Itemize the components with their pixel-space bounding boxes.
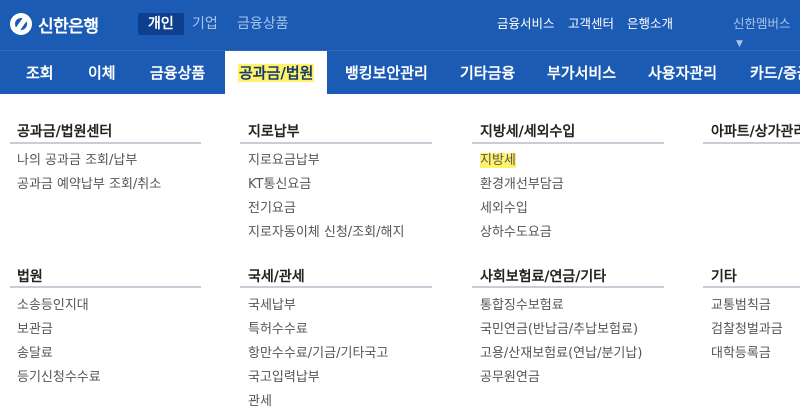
brand-logo[interactable]: 신한은행 (10, 12, 99, 37)
chevron-down-icon: ▼ (736, 39, 743, 49)
section-divider (472, 286, 664, 288)
section-title-giro: 지로납부 (248, 124, 300, 140)
link-water-bill[interactable]: 상하수도요금 (480, 224, 552, 242)
link-kt-telecom[interactable]: KT통신요금 (248, 176, 311, 194)
link-service-fee[interactable]: 송달료 (17, 345, 53, 363)
link-port-fee[interactable]: 항만수수료/기금/기타국고 (248, 345, 388, 363)
link-registration-fee[interactable]: 등기신청수수료 (17, 369, 101, 387)
nav-user-management[interactable]: 사용자관리 (648, 51, 717, 95)
link-local-tax[interactable]: 지방세 (480, 152, 516, 170)
nav-products[interactable]: 금융상품 (150, 51, 205, 95)
link-deposit[interactable]: 보관금 (17, 321, 53, 339)
link-national-pension[interactable]: 국민연금(반납금/추납보험료) (480, 321, 638, 339)
nav-banking-security[interactable]: 뱅킹보안관리 (345, 51, 428, 95)
link-giro-payment[interactable]: 지로요금납부 (248, 152, 320, 170)
link-integrated-insurance[interactable]: 통합징수보험료 (480, 297, 564, 315)
section-title-apartment-fees: 아파트/상가관리비 (711, 124, 800, 140)
util-customer-center[interactable]: 고객센터 (568, 15, 614, 33)
link-traffic-fine[interactable]: 교통범칙금 (711, 297, 771, 315)
family-site-dropdown[interactable]: 신한멤버스 ▼ (733, 15, 800, 53)
link-tuition[interactable]: 대학등록금 (711, 345, 771, 363)
section-title-etc: 기타 (711, 269, 737, 285)
nav-inquiry[interactable]: 조회 (26, 51, 54, 95)
link-customs[interactable]: 관세 (248, 393, 272, 411)
section-divider (240, 286, 432, 288)
link-civil-pension[interactable]: 공무원연금 (480, 369, 540, 387)
util-bank-intro[interactable]: 은행소개 (627, 15, 673, 33)
util-financial-services[interactable]: 금융서비스 (497, 15, 555, 33)
section-divider (10, 142, 201, 144)
link-employment-insurance[interactable]: 고용/산재보험료(연납/분기납) (480, 345, 642, 363)
nav-transfer[interactable]: 이체 (88, 51, 116, 95)
link-reserved-payment[interactable]: 공과금 예약납부 조회/취소 (17, 176, 161, 194)
family-site-label: 신한멤버스 (733, 16, 791, 31)
section-title-utility-center: 공과금/법원센터 (17, 124, 113, 140)
segment-personal[interactable]: 개인 (138, 13, 184, 35)
nav-utility-court[interactable]: 공과금/법원 (225, 51, 328, 95)
top-bar: 신한은행 개인 기업 금융상품 금융서비스 고객센터 은행소개 신한멤버스 ▼ (0, 0, 800, 50)
main-navigation: 조회 이체 금융상품 공과금/법원 뱅킹보안관리 기타금융 부가서비스 사용자관… (0, 50, 800, 95)
link-my-bills[interactable]: 나의 공과금 조회/납부 (17, 152, 137, 170)
nav-card-securities[interactable]: 카드/증금 (750, 51, 800, 95)
section-divider (10, 286, 201, 288)
link-local-tax-label: 지방세 (480, 153, 516, 168)
shinhan-logo-icon (10, 13, 32, 35)
link-patent-fee[interactable]: 특허수수료 (248, 321, 308, 339)
link-national-tax[interactable]: 국세납부 (248, 297, 296, 315)
link-non-tax-revenue[interactable]: 세외수입 (480, 200, 528, 218)
section-divider (240, 142, 432, 144)
link-giro-autopay[interactable]: 지로자동이체 신청/조회/해지 (248, 224, 404, 242)
link-environment-charge[interactable]: 환경개선부담금 (480, 176, 564, 194)
link-treasury-input[interactable]: 국고입력납부 (248, 369, 320, 387)
link-prosecution-fine[interactable]: 검찰청벌과금 (711, 321, 783, 339)
section-title-local-tax: 지방세/세외수입 (480, 124, 576, 140)
segment-products[interactable]: 금융상품 (237, 13, 289, 35)
segment-corporate[interactable]: 기업 (192, 13, 218, 35)
nav-utility-court-label: 공과금/법원 (238, 64, 315, 82)
nav-extra-services[interactable]: 부가서비스 (547, 51, 616, 95)
section-divider (472, 142, 664, 144)
nav-other-finance[interactable]: 기타금융 (460, 51, 515, 95)
section-divider (703, 142, 800, 144)
link-litigation-stamp[interactable]: 소송등인지대 (17, 297, 89, 315)
brand-name: 신한은행 (38, 16, 99, 37)
section-title-court: 법원 (17, 269, 43, 285)
section-title-national-tax: 국세/관세 (248, 269, 305, 285)
section-title-social-insurance: 사회보험료/연금/기타 (480, 269, 607, 285)
link-electricity[interactable]: 전기요금 (248, 200, 296, 218)
section-divider (703, 286, 800, 288)
